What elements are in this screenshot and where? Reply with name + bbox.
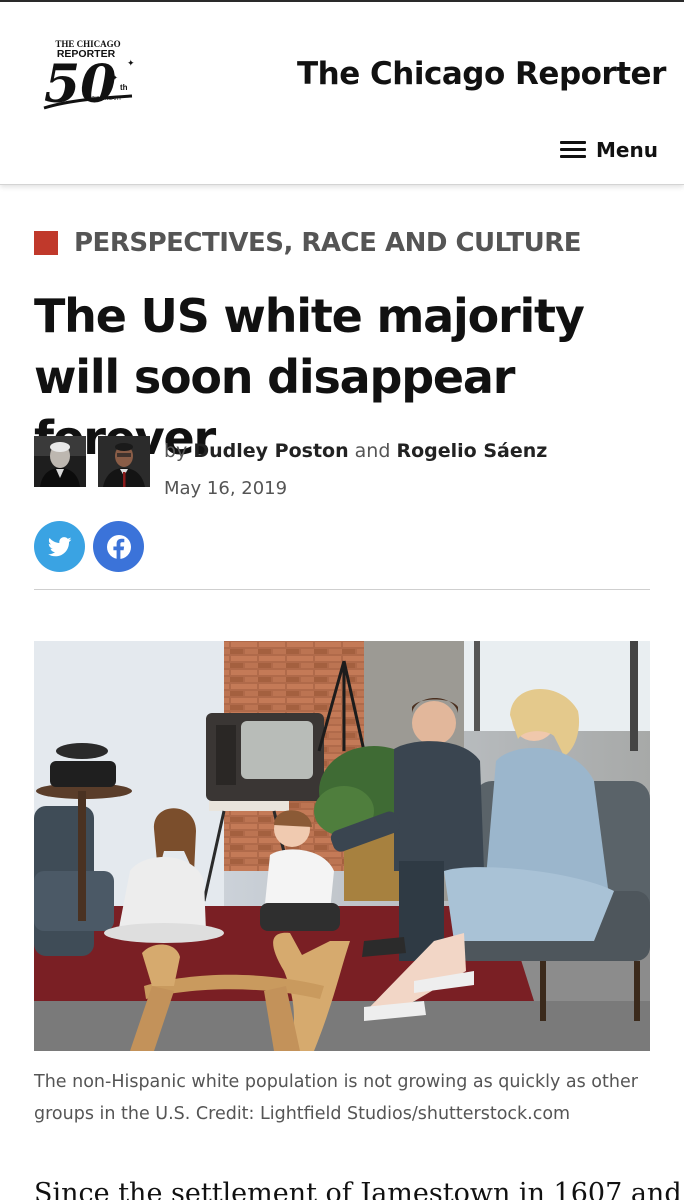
byline-prefix: by: [164, 440, 188, 462]
author-avatar-saenz[interactable]: [98, 436, 150, 487]
svg-text:th: th: [120, 83, 128, 92]
hero-image[interactable]: [34, 641, 650, 1051]
author-avatar-poston[interactable]: [34, 436, 86, 487]
twitter-icon: [47, 536, 71, 556]
byline-joiner: and: [354, 440, 391, 462]
category-label: PERSPECTIVES, RACE AND CULTURE: [74, 228, 582, 258]
svg-text:✦: ✦: [127, 58, 135, 68]
author-link[interactable]: Dudley Poston: [193, 440, 348, 462]
publish-date: May 16, 2019: [164, 478, 288, 499]
site-title[interactable]: The Chicago Reporter: [297, 56, 666, 92]
byline: by Dudley Poston and Rogelio Sáenz: [164, 440, 547, 462]
article-body-first-line: Since the settlement of Jamestown in 160…: [34, 1178, 682, 1200]
menu-label: Menu: [596, 138, 658, 162]
svg-text:✦: ✦: [112, 74, 118, 82]
site-header: THE CHICAGO REPORTER 50 th ANNIVERSARY ✦…: [0, 0, 684, 185]
image-caption: The non-Hispanic white population is not…: [34, 1072, 638, 1124]
facebook-icon: [106, 534, 131, 560]
share-facebook-button[interactable]: [93, 521, 144, 572]
author-link[interactable]: Rogelio Sáenz: [396, 440, 547, 462]
share-twitter-button[interactable]: [34, 521, 85, 572]
anniversary-logo[interactable]: THE CHICAGO REPORTER 50 th ANNIVERSARY ✦…: [40, 38, 136, 115]
svg-text:ANNIVERSARY: ANNIVERSARY: [86, 96, 122, 102]
menu-button[interactable]: Menu: [560, 135, 658, 165]
section-divider: [34, 589, 650, 590]
category-marker: [34, 231, 58, 255]
hamburger-icon: [560, 141, 586, 159]
category-link[interactable]: PERSPECTIVES, RACE AND CULTURE: [34, 228, 582, 258]
